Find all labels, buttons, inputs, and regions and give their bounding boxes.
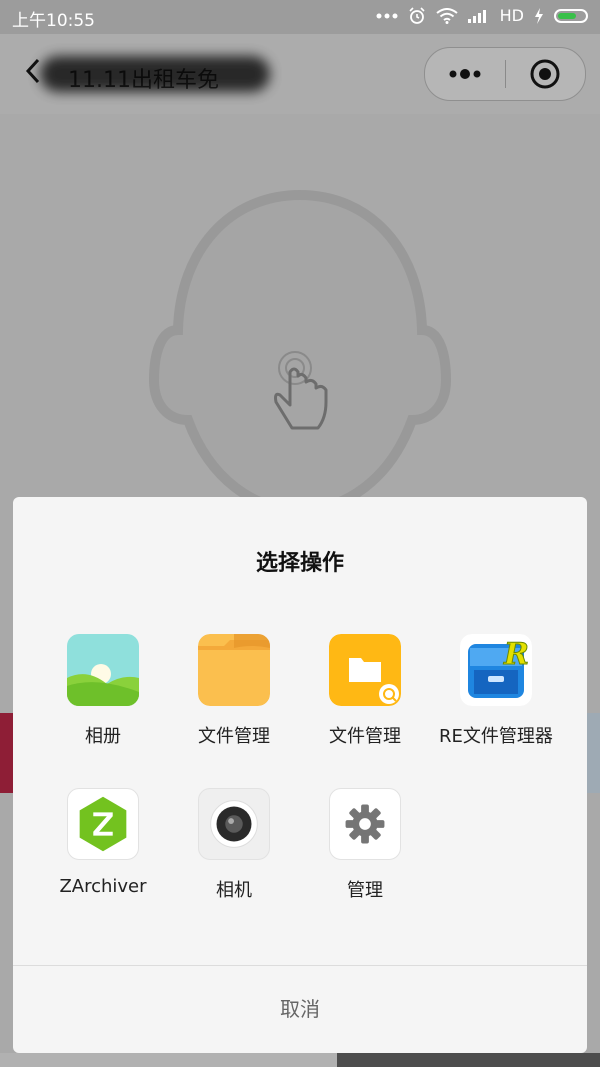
file-manager-icon (329, 634, 401, 706)
dialog-title: 选择操作 (255, 551, 344, 576)
charging-icon (535, 7, 543, 24)
app-label: 管理 (347, 880, 383, 901)
select-action-dialog: 选择操作 相册 文件管理 文件管理 R RE文件管理器 ZArchiver 相机… (13, 497, 587, 1053)
app-label: 相册 (85, 726, 121, 747)
app-header: 11.11出租车免 (0, 34, 600, 114)
app-label: 相机 (216, 880, 252, 901)
zarchiver-icon (67, 788, 139, 860)
page-title: 11.11出租车免 (68, 68, 219, 93)
network-type: HD (499, 6, 524, 25)
close-miniprogram-icon[interactable] (529, 58, 561, 90)
background-bottom-bar (0, 1053, 337, 1067)
cancel-button[interactable]: 取消 (13, 966, 587, 1053)
background-bottom-button (337, 1053, 600, 1067)
svg-text:R: R (503, 637, 529, 672)
gear-icon (329, 788, 401, 860)
more-dots-icon (376, 13, 398, 18)
status-icons: HD (376, 6, 588, 25)
app-option-re-file-manager[interactable]: R RE文件管理器 (426, 634, 566, 748)
app-option-manage[interactable]: 管理 (295, 788, 435, 902)
background-red-strip (0, 713, 14, 793)
app-option-file-manager[interactable]: 文件管理 (164, 634, 304, 748)
app-option-file-manager-2[interactable]: 文件管理 (295, 634, 435, 748)
battery-icon (554, 8, 588, 23)
app-label: ZArchiver (59, 876, 147, 897)
re-file-manager-icon: R (460, 634, 532, 706)
photos-icon (67, 634, 139, 706)
capsule-divider (505, 60, 506, 88)
status-bar: 上午10:55 HD (0, 0, 600, 34)
app-option-photos[interactable]: 相册 (33, 634, 173, 748)
wifi-icon (436, 7, 458, 24)
more-icon[interactable] (443, 62, 487, 86)
face-outline-illustration (148, 189, 452, 516)
camera-icon (198, 788, 270, 860)
alarm-icon (409, 6, 425, 24)
app-label: 文件管理 (329, 726, 401, 747)
status-time: 上午10:55 (12, 11, 95, 31)
miniprogram-capsule (424, 47, 586, 101)
app-label: RE文件管理器 (439, 726, 553, 747)
app-label: 文件管理 (198, 726, 270, 747)
background-blue-strip (586, 713, 600, 793)
app-option-zarchiver[interactable]: ZArchiver (33, 788, 173, 897)
signal-icon (467, 9, 486, 23)
folder-icon (198, 634, 270, 706)
app-option-camera[interactable]: 相机 (164, 788, 304, 902)
